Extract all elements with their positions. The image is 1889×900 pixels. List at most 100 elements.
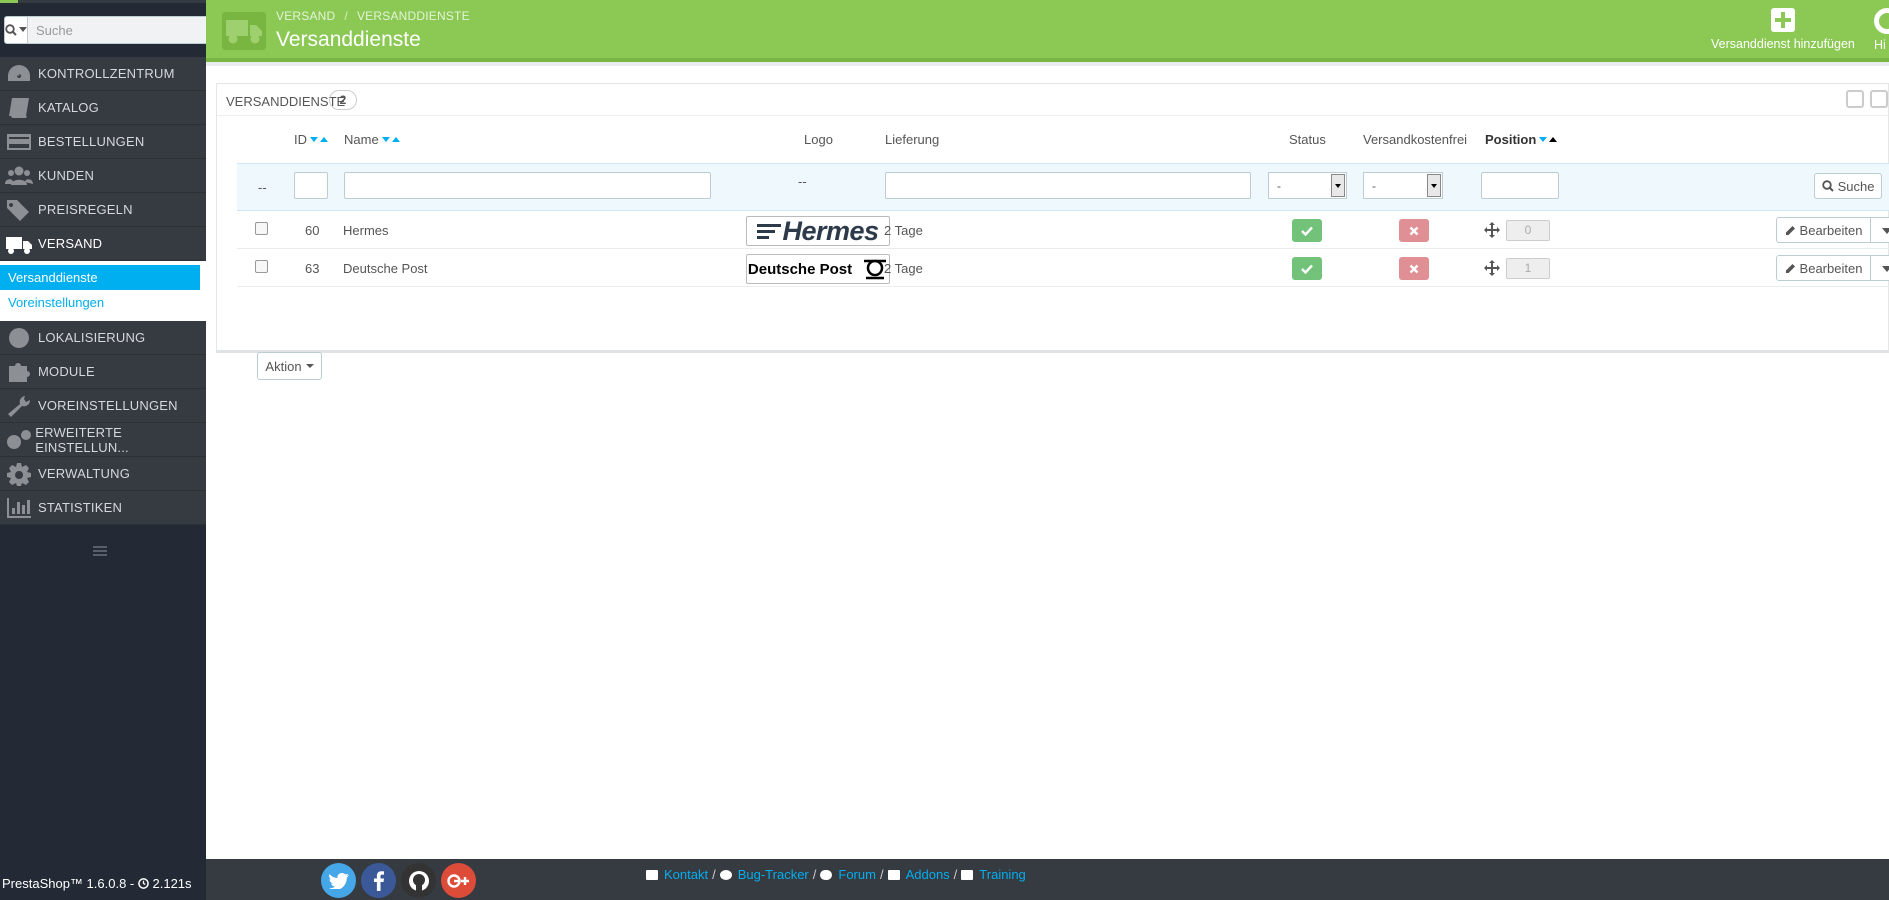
users-icon bbox=[0, 159, 38, 193]
page-header: VERSAND / VERSANDDIENSTE Versanddienste Ve… bbox=[206, 0, 1889, 62]
hermes-logo: Hermes bbox=[746, 216, 890, 246]
bulk-action-button[interactable]: Aktion bbox=[257, 352, 322, 380]
row-actions: Bearbeiten bbox=[1776, 255, 1889, 281]
sort-icon[interactable] bbox=[310, 137, 328, 142]
filter-status-select[interactable]: - bbox=[1268, 172, 1347, 199]
menu-item-erweiterte-einstellungen[interactable]: ERWEITERTE EINSTELLUN... bbox=[0, 423, 206, 457]
plus-icon bbox=[1770, 8, 1795, 32]
lifebuoy-icon bbox=[1874, 8, 1889, 34]
filter-row: -- -- - - Suche bbox=[237, 163, 1889, 211]
filter-id-input[interactable] bbox=[294, 172, 328, 199]
collapse-menu-icon[interactable] bbox=[93, 546, 107, 558]
row-id: 60 bbox=[305, 223, 320, 238]
row-name: Deutsche Post bbox=[343, 261, 428, 276]
add-carrier-label: Versanddienst hinzufügen bbox=[1711, 37, 1855, 51]
menu-label: KUNDEN bbox=[38, 168, 95, 183]
menu-item-lokalisierung[interactable]: LOKALISIERUNG bbox=[0, 321, 206, 355]
row-actions-dropdown[interactable] bbox=[1871, 217, 1889, 243]
row-delivery: 2 Tage bbox=[884, 261, 923, 276]
search-type-button[interactable] bbox=[4, 16, 28, 44]
submenu-item-versanddienste[interactable]: Versanddienste bbox=[0, 265, 200, 290]
add-icon[interactable] bbox=[1846, 90, 1864, 108]
footer-links: Kontakt / Bug-Tracker / Forum / Addons / Tra… bbox=[646, 867, 1026, 882]
twitter-icon[interactable] bbox=[321, 863, 356, 898]
footer-link-addons[interactable]: Addons bbox=[906, 867, 950, 882]
col-header-name[interactable]: Name bbox=[344, 132, 400, 147]
col-header-position[interactable]: Position bbox=[1485, 132, 1558, 147]
truck-icon bbox=[0, 227, 38, 261]
row-id: 63 bbox=[305, 261, 320, 276]
puzzle-icon bbox=[887, 869, 900, 880]
filter-position-input[interactable] bbox=[1481, 172, 1559, 199]
row-actions-dropdown[interactable] bbox=[1871, 255, 1889, 281]
col-header-status: Status bbox=[1289, 132, 1326, 147]
panel-tools bbox=[1846, 90, 1888, 108]
search-input[interactable] bbox=[28, 16, 213, 44]
footer-link-forum[interactable]: Forum bbox=[838, 867, 876, 882]
footer-link-kontakt[interactable]: Kontakt bbox=[664, 867, 708, 882]
version-info: PrestaShop™ 1.6.0.8 - 2.121s bbox=[2, 876, 192, 891]
sort-icon[interactable] bbox=[1539, 137, 1558, 142]
breadcrumb-item[interactable]: VERSAND bbox=[276, 9, 335, 23]
github-icon[interactable] bbox=[401, 863, 436, 898]
row-checkbox[interactable] bbox=[255, 260, 268, 273]
bar-chart-icon bbox=[0, 491, 38, 525]
filter-delivery-input[interactable] bbox=[885, 172, 1251, 199]
google-plus-icon[interactable] bbox=[441, 863, 476, 898]
drag-handle-icon[interactable] bbox=[1484, 222, 1500, 238]
menu-label: KONTROLLZENTRUM bbox=[38, 66, 175, 81]
menu-item-kunden[interactable]: KUNDEN bbox=[0, 159, 206, 193]
filter-search-button[interactable]: Suche bbox=[1814, 173, 1882, 199]
comments-icon bbox=[820, 869, 833, 880]
menu-item-katalog[interactable]: KATALOG bbox=[0, 91, 206, 125]
edit-button[interactable]: Bearbeiten bbox=[1776, 217, 1871, 243]
sidebar: KONTROLLZENTRUM KATALOG BESTELLUNGEN KUN… bbox=[0, 0, 213, 900]
menu-item-statistiken[interactable]: STATISTIKEN bbox=[0, 491, 206, 525]
deutsche-post-logo: Deutsche Post bbox=[746, 254, 890, 284]
book-icon bbox=[961, 869, 974, 880]
position-value: 1 bbox=[1506, 258, 1550, 279]
menu-item-versand[interactable]: VERSAND bbox=[0, 227, 206, 261]
help-button[interactable]: Hi bbox=[1874, 8, 1889, 52]
menu-label: ERWEITERTE EINSTELLUN... bbox=[35, 424, 129, 455]
footer: Kontakt / Bug-Tracker / Forum / Addons / Tra… bbox=[206, 859, 1889, 900]
filter-logo-dash: -- bbox=[798, 174, 807, 189]
menu-item-bestellungen[interactable]: BESTELLUNGEN bbox=[0, 125, 206, 159]
free-shipping-disabled-icon[interactable] bbox=[1399, 257, 1429, 280]
submenu-item-voreinstellungen[interactable]: Voreinstellungen bbox=[0, 290, 206, 315]
globe-icon bbox=[0, 321, 38, 355]
panel-heading: VERSANDDIENSTE 2 bbox=[217, 84, 1888, 116]
col-header-id[interactable]: ID bbox=[294, 132, 328, 147]
row-checkbox[interactable] bbox=[255, 222, 268, 235]
count-badge: 2 bbox=[329, 90, 357, 110]
menu-item-verwaltung[interactable]: VERWALTUNG bbox=[0, 457, 206, 491]
refresh-icon[interactable] bbox=[1870, 90, 1888, 108]
drag-handle-icon[interactable] bbox=[1484, 260, 1500, 276]
pencil-icon bbox=[1785, 263, 1795, 273]
status-enabled-icon[interactable] bbox=[1292, 219, 1322, 242]
table-row: 63 Deutsche Post Deutsche Post 2 Tage 1 … bbox=[237, 250, 1889, 287]
filter-dash: -- bbox=[258, 180, 267, 195]
filter-name-input[interactable] bbox=[344, 172, 711, 199]
table-row: 60 Hermes Hermes 2 Tage 0 Bearbeiten bbox=[237, 212, 1889, 249]
menu-item-kontrollzentrum[interactable]: KONTROLLZENTRUM bbox=[0, 57, 206, 91]
free-shipping-disabled-icon[interactable] bbox=[1399, 219, 1429, 242]
menu-label: STATISTIKEN bbox=[38, 500, 123, 515]
menu-item-preisregeln[interactable]: PREISREGELN bbox=[0, 193, 206, 227]
menu-item-module[interactable]: MODULE bbox=[0, 355, 206, 389]
filter-free-select[interactable]: - bbox=[1363, 172, 1443, 199]
status-enabled-icon[interactable] bbox=[1292, 257, 1322, 280]
puzzle-icon bbox=[0, 355, 38, 389]
chevron-down-icon bbox=[1427, 174, 1441, 197]
bug-icon bbox=[719, 869, 732, 880]
edit-button[interactable]: Bearbeiten bbox=[1776, 255, 1871, 281]
add-carrier-button[interactable]: Versanddienst hinzufügen bbox=[1711, 8, 1855, 51]
footer-link-training[interactable]: Training bbox=[979, 867, 1025, 882]
footer-link-bug-tracker[interactable]: Bug-Tracker bbox=[738, 867, 809, 882]
breadcrumb-item[interactable]: VERSANDDIENSTE bbox=[357, 9, 470, 23]
sort-icon[interactable] bbox=[381, 137, 400, 142]
header-subbar bbox=[206, 62, 1889, 66]
carriers-panel: VERSANDDIENSTE 2 ID Name Logo Lieferung … bbox=[216, 83, 1889, 380]
facebook-icon[interactable] bbox=[361, 863, 396, 898]
menu-item-voreinstellungen[interactable]: VOREINSTELLUNGEN bbox=[0, 389, 206, 423]
